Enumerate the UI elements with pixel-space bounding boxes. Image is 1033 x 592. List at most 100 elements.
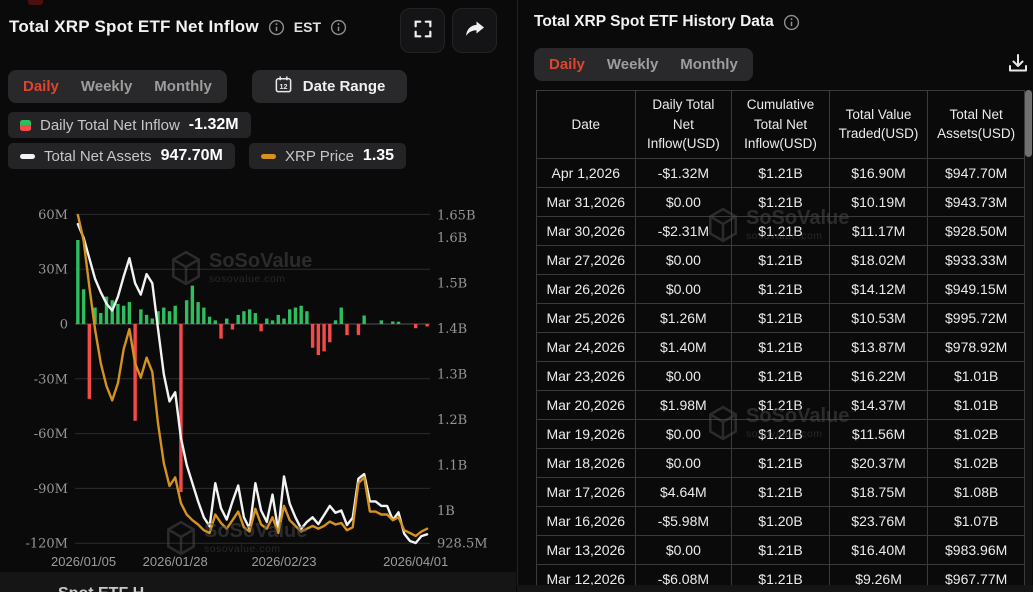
cell-daily-inflow: -$2.31M xyxy=(635,216,732,245)
history-data-panel: Total XRP Spot ETF History Data Daily We… xyxy=(517,0,1033,592)
cell-value-traded: $14.37M xyxy=(829,390,928,419)
cell-date: Mar 27,2026 xyxy=(537,245,636,274)
cell-date: Apr 1,2026 xyxy=(537,158,636,187)
cell-date: Mar 13,2026 xyxy=(537,535,636,564)
table-row: Mar 30,2026 -$2.31M $1.21B $11.17M $928.… xyxy=(537,216,1025,245)
tab-monthly[interactable]: Monthly xyxy=(680,56,738,73)
svg-text:-120M: -120M xyxy=(25,537,68,552)
table-row: Mar 31,2026 $0.00 $1.21B $10.19M $943.73… xyxy=(537,187,1025,216)
legend-total-net-assets[interactable]: Total Net Assets 947.70M xyxy=(8,143,235,169)
table-row: Mar 17,2026 $4.64M $1.21B $18.75M $1.08B xyxy=(537,477,1025,506)
table-row: Mar 19,2026 $0.00 $1.21B $11.56M $1.02B xyxy=(537,419,1025,448)
tab-daily[interactable]: Daily xyxy=(549,56,585,73)
cell-net-assets: $1.07B xyxy=(928,506,1025,535)
cell-cumulative-inflow: $1.21B xyxy=(732,216,830,245)
cell-daily-inflow: $0.00 xyxy=(635,448,732,477)
cell-cumulative-inflow: $1.21B xyxy=(732,332,830,361)
tab-weekly[interactable]: Weekly xyxy=(607,56,658,73)
table-row: Mar 13,2026 $0.00 $1.21B $16.40M $983.96… xyxy=(537,535,1025,564)
tab-weekly[interactable]: Weekly xyxy=(81,78,132,95)
cell-net-assets: $995.72M xyxy=(928,303,1025,332)
svg-text:2026/02/23: 2026/02/23 xyxy=(251,554,316,569)
history-table: Date Daily Total Net Inflow(USD) Cumulat… xyxy=(536,90,1025,592)
table-row: Mar 27,2026 $0.00 $1.21B $18.02M $933.33… xyxy=(537,245,1025,274)
calendar-icon: 12 xyxy=(274,75,293,98)
net-inflow-title-row: Total XRP Spot ETF Net Inflow EST xyxy=(9,17,347,37)
next-section-heading: Spot ETF H xyxy=(58,585,144,592)
svg-text:1.3B: 1.3B xyxy=(437,368,467,383)
cell-cumulative-inflow: $1.21B xyxy=(732,187,830,216)
cell-value-traded: $10.53M xyxy=(829,303,928,332)
cell-net-assets: $949.15M xyxy=(928,274,1025,303)
svg-text:1.5B: 1.5B xyxy=(437,277,467,292)
cell-cumulative-inflow: $1.21B xyxy=(732,390,830,419)
chart-window-buttons xyxy=(400,8,497,53)
cell-net-assets: $978.92M xyxy=(928,332,1025,361)
svg-text:1.6B: 1.6B xyxy=(437,231,467,246)
table-scrollbar[interactable] xyxy=(1025,90,1032,585)
cell-daily-inflow: $1.40M xyxy=(635,332,732,361)
period-tabs: Daily Weekly Monthly xyxy=(8,70,227,103)
green-red-bar-icon xyxy=(20,120,31,131)
col-cumulative-inflow: Cumulative Total Net Inflow(USD) xyxy=(732,91,830,159)
legend-daily-net-inflow[interactable]: Daily Total Net Inflow -1.32M xyxy=(8,112,251,138)
cell-value-traded: $11.56M xyxy=(829,419,928,448)
history-table-header: Date Daily Total Net Inflow(USD) Cumulat… xyxy=(537,91,1025,159)
cell-net-assets: $943.73M xyxy=(928,187,1025,216)
scrollbar-thumb[interactable] xyxy=(1025,90,1032,157)
cell-net-assets: $1.02B xyxy=(928,419,1025,448)
cell-value-traded: $20.37M xyxy=(829,448,928,477)
cell-daily-inflow: $0.00 xyxy=(635,361,732,390)
cell-value-traded: $16.22M xyxy=(829,361,928,390)
svg-text:1B: 1B xyxy=(437,504,455,519)
cell-date: Mar 23,2026 xyxy=(537,361,636,390)
cell-cumulative-inflow: $1.21B xyxy=(732,274,830,303)
cell-value-traded: $13.87M xyxy=(829,332,928,361)
svg-text:-90M: -90M xyxy=(34,482,68,497)
right-axis-labels: 1.65B1.6B1.5B1.4B1.3B1.2B1.1B1B928.5M xyxy=(437,209,488,552)
share-button[interactable] xyxy=(452,8,497,53)
info-icon[interactable] xyxy=(783,14,800,31)
fullscreen-button[interactable] xyxy=(400,8,445,53)
cell-value-traded: $10.19M xyxy=(829,187,928,216)
cell-net-assets: $1.01B xyxy=(928,390,1025,419)
cell-daily-inflow: -$5.98M xyxy=(635,506,732,535)
tab-daily[interactable]: Daily xyxy=(23,78,59,95)
fullscreen-icon xyxy=(412,18,434,43)
inflow-chart[interactable]: 60M30M0-30M-60M-90M-120M 1.65B1.6B1.5B1.… xyxy=(0,195,512,580)
svg-text:30M: 30M xyxy=(38,263,68,278)
cell-cumulative-inflow: $1.21B xyxy=(732,303,830,332)
info-icon[interactable] xyxy=(268,19,285,36)
legend-xrp-price[interactable]: XRP Price 1.35 xyxy=(249,143,406,169)
svg-text:-60M: -60M xyxy=(34,427,68,442)
cell-daily-inflow: $0.00 xyxy=(635,535,732,564)
cell-cumulative-inflow: $1.21B xyxy=(732,535,830,564)
history-period-tabs: Daily Weekly Monthly xyxy=(534,48,753,81)
cell-date: Mar 26,2026 xyxy=(537,274,636,303)
info-icon[interactable] xyxy=(330,19,347,36)
cell-daily-inflow: $0.00 xyxy=(635,419,732,448)
cell-value-traded: $16.90M xyxy=(829,158,928,187)
svg-text:1.4B: 1.4B xyxy=(437,322,467,337)
tab-monthly[interactable]: Monthly xyxy=(154,78,212,95)
svg-text:12: 12 xyxy=(279,83,287,91)
cell-daily-inflow: $1.98M xyxy=(635,390,732,419)
cell-date: Mar 24,2026 xyxy=(537,332,636,361)
history-title-row: Total XRP Spot ETF History Data xyxy=(534,13,800,31)
cell-cumulative-inflow: $1.21B xyxy=(732,158,830,187)
cell-value-traded: $23.76M xyxy=(829,506,928,535)
download-button[interactable] xyxy=(1005,52,1031,78)
cell-daily-inflow: $1.26M xyxy=(635,303,732,332)
cell-cumulative-inflow: $1.21B xyxy=(732,448,830,477)
legend-value: 1.35 xyxy=(363,147,394,165)
cell-cumulative-inflow: $1.21B xyxy=(732,245,830,274)
cell-date: Mar 18,2026 xyxy=(537,448,636,477)
next-section-clipped: Spot ETF H xyxy=(0,572,516,592)
cell-value-traded: $14.12M xyxy=(829,274,928,303)
date-range-button[interactable]: 12 Date Range xyxy=(252,70,408,103)
svg-text:1.1B: 1.1B xyxy=(437,459,467,474)
legend-label: Daily Total Net Inflow xyxy=(40,117,180,134)
cell-cumulative-inflow: $1.21B xyxy=(732,361,830,390)
cell-net-assets: $928.50M xyxy=(928,216,1025,245)
legend-value: -1.32M xyxy=(189,116,239,134)
